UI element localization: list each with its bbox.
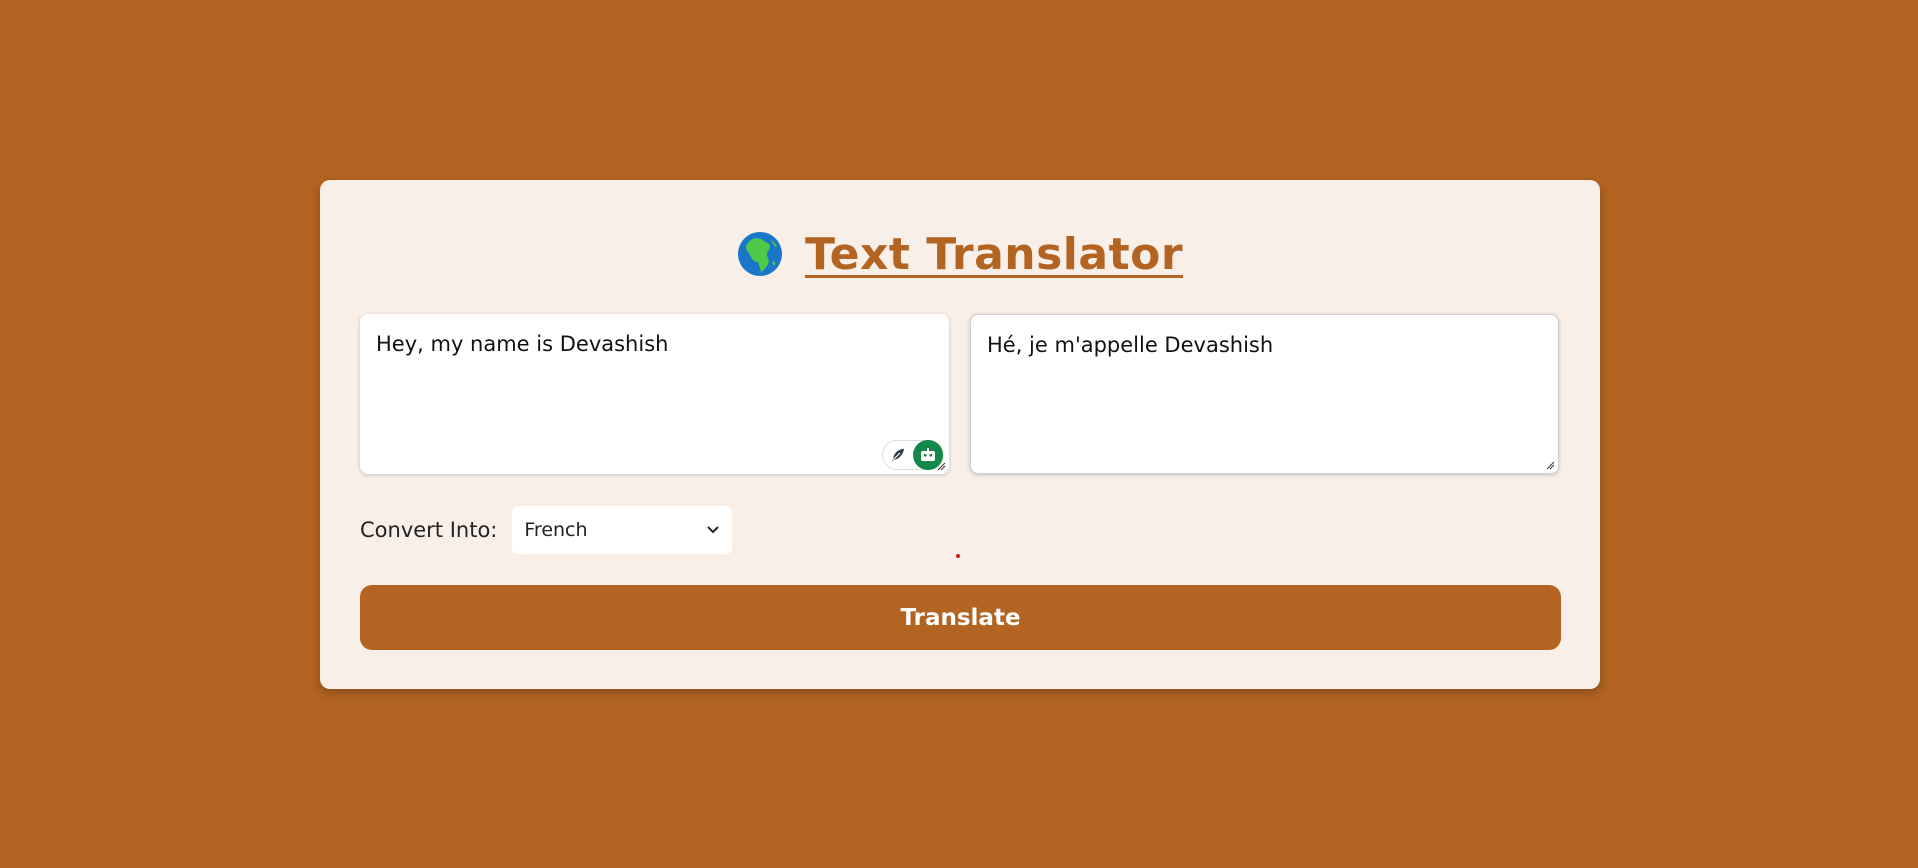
translated-text-value: Hé, je m'appelle Devashish [987,333,1274,357]
resize-handle-icon[interactable] [1545,460,1555,470]
chevron-down-icon [707,526,720,534]
language-select-value: French [524,519,588,541]
source-text-value: Hey, my name is Devashish [376,332,669,356]
red-dot [956,554,960,558]
convert-row: Convert Into: French [360,505,733,555]
convert-label: Convert Into: [360,518,498,542]
header: Text Translator [320,224,1600,284]
feather-icon[interactable] [883,441,913,469]
translate-button[interactable]: Translate [360,585,1561,650]
page-title: Text Translator [804,228,1184,280]
resize-handle-icon[interactable] [936,461,946,471]
translated-text-output[interactable]: Hé, je m'appelle Devashish [970,314,1559,474]
translate-button-label: Translate [900,604,1021,631]
source-text-input[interactable]: Hey, my name is Devashish [360,314,949,474]
language-select[interactable]: French [512,506,733,554]
extension-widget[interactable] [882,440,944,470]
translator-card: Text Translator Hey, my name is Devashis… [320,180,1600,689]
globe-africa-icon [737,232,782,276]
